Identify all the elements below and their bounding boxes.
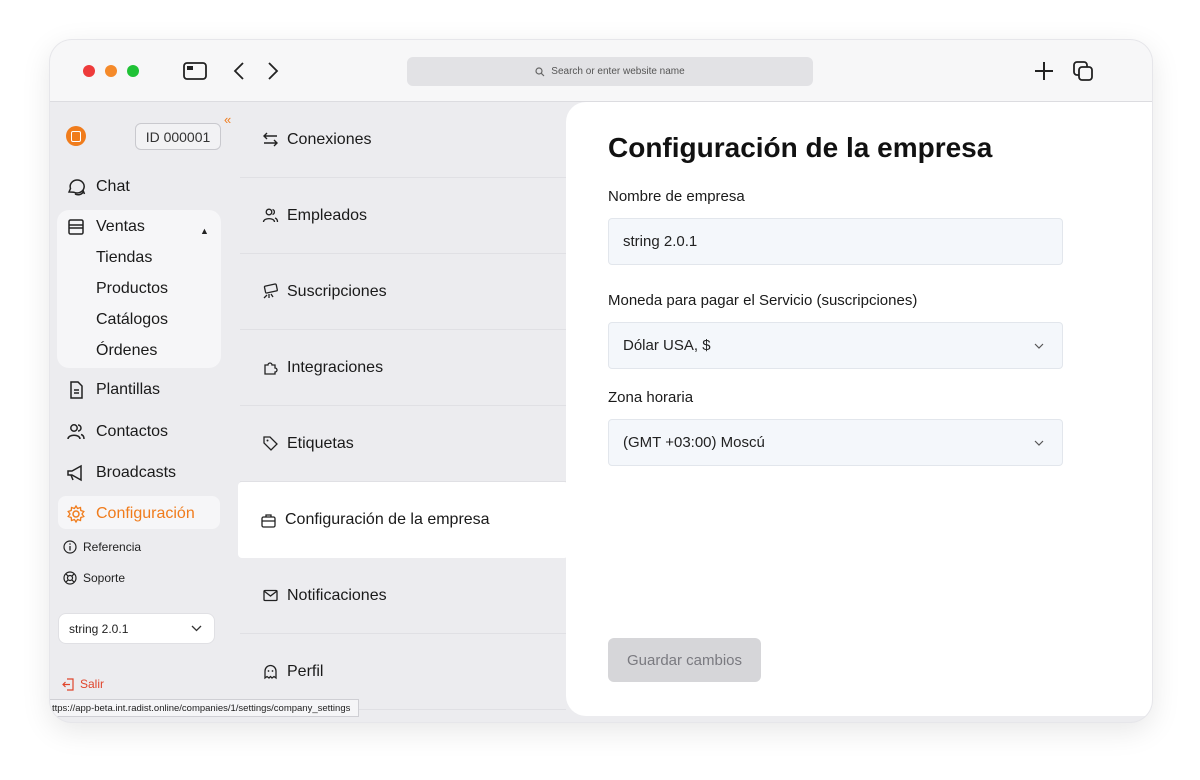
- logout-icon: [62, 677, 74, 691]
- timezone-select[interactable]: (GMT +03:00) Moscú: [608, 419, 1063, 466]
- settings-item-suscripciones[interactable]: Suscripciones: [240, 254, 566, 330]
- page-title: Configuración de la empresa: [608, 132, 993, 163]
- tabs-overview-icon[interactable]: [1070, 58, 1096, 84]
- currency-label: Moneda para pagar el Servicio (suscripci…: [608, 292, 918, 309]
- ghost-icon: [264, 664, 277, 680]
- document-icon: [70, 381, 83, 399]
- settings-item-label: Conexiones: [287, 130, 372, 148]
- settings-item-label: Suscripciones: [287, 282, 387, 300]
- timezone-value: (GMT +03:00) Moscú: [623, 434, 765, 451]
- soporte-link[interactable]: Soporte: [63, 571, 125, 585]
- puzzle-icon: [264, 362, 278, 375]
- company-settings-panel: Configuración de la empresa Nombre de em…: [566, 102, 1152, 716]
- settings-item-notificaciones[interactable]: Notificaciones: [240, 558, 566, 634]
- browser-window: Search or enter website name « ID 000001…: [50, 40, 1152, 722]
- logout-label: Salir: [80, 677, 105, 691]
- sidebar-item-configuracion[interactable]: Configuración: [66, 501, 195, 527]
- logout-link[interactable]: Salir: [62, 677, 104, 691]
- timezone-label: Zona horaria: [608, 389, 694, 406]
- sidebar-subitem-catalogos[interactable]: Catálogos: [96, 311, 168, 329]
- users-icon: [67, 424, 85, 440]
- address-bar[interactable]: Search or enter website name: [407, 57, 813, 86]
- settings-item-label: Empleados: [287, 206, 368, 224]
- sidebar-item-plantillas[interactable]: Plantillas: [66, 377, 160, 403]
- chat-icon: [67, 179, 86, 196]
- referencia-link[interactable]: Referencia: [63, 540, 141, 554]
- sidebar-item-contactos[interactable]: Contactos: [66, 419, 168, 445]
- back-arrow-icon[interactable]: [230, 58, 248, 84]
- company-select[interactable]: string 2.0.1: [58, 613, 215, 644]
- sidebar-item-chat[interactable]: Chat: [66, 174, 130, 200]
- close-window-button[interactable]: [83, 65, 95, 77]
- tag-icon: [263, 436, 278, 451]
- settings-item-integraciones[interactable]: Integraciones: [240, 330, 566, 406]
- sidebar-item-ventas[interactable]: Ventas: [66, 214, 145, 240]
- settings-item-label: Integraciones: [287, 358, 384, 376]
- settings-item-conexiones[interactable]: Conexiones: [240, 102, 566, 178]
- new-tab-plus-icon[interactable]: [1031, 58, 1057, 84]
- browser-toolbar: Search or enter website name: [50, 40, 1152, 102]
- sidebar-subitem-productos[interactable]: Productos: [96, 280, 168, 298]
- briefcase-icon: [261, 513, 276, 528]
- company-name-value: string 2.0.1: [623, 233, 698, 250]
- search-icon: [535, 66, 545, 76]
- megaphone-icon: [67, 464, 82, 482]
- app-logo-icon: [66, 126, 86, 146]
- save-changes-button[interactable]: Guardar cambios: [608, 638, 761, 682]
- arrows-icon: [263, 132, 278, 147]
- store-icon: [68, 219, 84, 235]
- forward-arrow-icon[interactable]: [264, 58, 282, 84]
- sidebar-item-label: Broadcasts: [96, 464, 177, 481]
- soporte-label: Soporte: [83, 571, 126, 585]
- chevron-down-icon: [1034, 440, 1044, 446]
- chevron-down-icon: [1034, 343, 1044, 349]
- company-name-label: Nombre de empresa: [608, 188, 745, 205]
- company-id-badge: ID 000001: [135, 123, 221, 150]
- chevron-down-icon: [191, 625, 202, 632]
- referencia-label: Referencia: [83, 540, 142, 554]
- money-icon: [263, 283, 278, 299]
- users-icon: [262, 208, 279, 223]
- settings-item-configuracion-empresa[interactable]: Configuración de la empresa: [238, 482, 568, 558]
- settings-item-etiquetas[interactable]: Etiquetas: [240, 406, 566, 482]
- sidebar-subitem-ordenes[interactable]: Órdenes: [96, 342, 157, 360]
- sidebar-subitem-tiendas[interactable]: Tiendas: [96, 249, 152, 267]
- status-bar-url: ttps://app-beta.int.radist.online/compan…: [50, 699, 360, 717]
- minimize-window-button[interactable]: [105, 65, 117, 77]
- settings-item-label: Notificaciones: [287, 586, 387, 604]
- company-name-input[interactable]: string 2.0.1: [608, 218, 1063, 265]
- sidebar-item-label: Chat: [96, 178, 130, 195]
- address-placeholder: Search or enter website name: [551, 66, 685, 77]
- gear-icon: [67, 504, 85, 524]
- info-icon: [63, 540, 77, 554]
- maximize-window-button[interactable]: [127, 65, 139, 77]
- settings-item-empleados[interactable]: Empleados: [240, 178, 566, 254]
- sidebar-item-label: Contactos: [96, 423, 169, 440]
- settings-item-label: Configuración de la empresa: [285, 511, 490, 528]
- lifebuoy-icon: [63, 571, 77, 585]
- caret-up-icon[interactable]: ▲: [200, 226, 209, 236]
- sidebar-item-broadcasts[interactable]: Broadcasts: [66, 460, 176, 486]
- mail-icon: [263, 589, 278, 602]
- settings-menu: Conexiones Empleados Suscripciones Integ…: [238, 102, 568, 722]
- currency-value: Dólar USA, $: [623, 337, 711, 354]
- sidebar-toggle-icon[interactable]: [181, 58, 209, 84]
- sidebar-item-label: Plantillas: [96, 381, 161, 398]
- collapse-sidebar-icon[interactable]: «: [224, 112, 231, 127]
- settings-item-label: Perfil: [287, 662, 324, 680]
- currency-select[interactable]: Dólar USA, $: [608, 322, 1063, 369]
- company-select-value: string 2.0.1: [69, 621, 129, 636]
- settings-item-label: Etiquetas: [287, 434, 354, 452]
- sidebar-item-label: Configuración: [96, 505, 195, 522]
- sidebar-item-label: Ventas: [96, 218, 145, 235]
